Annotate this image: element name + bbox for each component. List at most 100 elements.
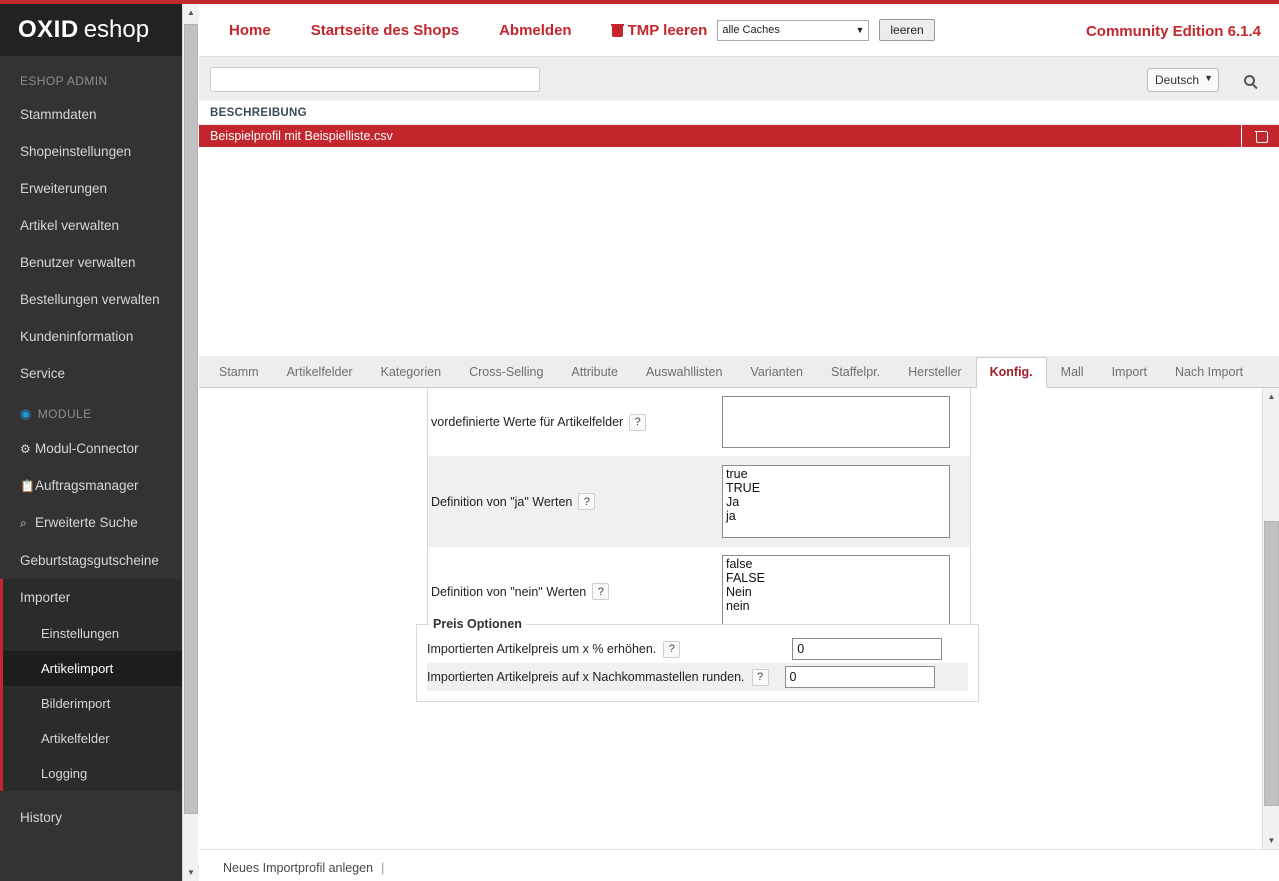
price-options-fieldset: Preis Optionen Importierten Artikelpreis…	[416, 617, 979, 702]
top-navigation-bar: Home Startseite des Shops Abmelden TMP l…	[199, 4, 1279, 56]
sidebar-section-eshop-admin: ESHOP ADMIN	[0, 56, 182, 96]
main-content: Home Startseite des Shops Abmelden TMP l…	[199, 4, 1279, 881]
tab-nach-import[interactable]: Nach Import	[1161, 357, 1257, 387]
sidebar-item-bestellungen-verwalten[interactable]: Bestellungen verwalten	[0, 281, 182, 318]
price-label-increase: Importierten Artikelpreis um x % erhöhen…	[427, 642, 656, 656]
sidebar-item-history[interactable]: History	[0, 799, 182, 836]
sidebar-item-erweiterungen[interactable]: Erweiterungen	[0, 170, 182, 207]
tab-auswahllisten[interactable]: Auswahllisten	[632, 357, 736, 387]
sidebar-item-shopeinstellungen[interactable]: Shopeinstellungen	[0, 133, 182, 170]
help-icon[interactable]: ?	[592, 583, 609, 600]
price-options-legend: Preis Optionen	[429, 617, 526, 631]
sidebar-item-erweiterte-suche[interactable]: ⌕Erweiterte Suche	[0, 504, 182, 542]
sidebar-item-auftragsmanager[interactable]: 📋Auftragsmanager	[0, 467, 182, 504]
sidebar-item-artikelfelder[interactable]: Artikelfelder	[3, 721, 182, 756]
sidebar-bottom-group: History	[0, 791, 182, 836]
sidebar-scrollbar-thumb[interactable]	[184, 24, 198, 814]
sidebar-item-bilderimport[interactable]: Bilderimport	[3, 686, 182, 721]
nav-link-clear-tmp[interactable]: TMP leeren	[612, 22, 708, 39]
sidebar-item-artikel-verwalten[interactable]: Artikel verwalten	[0, 207, 182, 244]
sidebar-item-kundeninformation[interactable]: Kundeninformation	[0, 318, 182, 355]
brand-logo[interactable]: OXID eshop	[0, 4, 182, 56]
sidebar-section-module: ◉ MODULE	[0, 392, 182, 430]
price-increase-input[interactable]	[792, 638, 942, 660]
ja-values-textarea[interactable]: true TRUE Ja ja	[722, 465, 950, 538]
cache-select[interactable]: alle Caches	[717, 20, 869, 41]
sidebar-item-benutzer-verwalten[interactable]: Benutzer verwalten	[0, 244, 182, 281]
sidebar-item-service[interactable]: Service	[0, 355, 182, 392]
tab-varianten[interactable]: Varianten	[736, 357, 817, 387]
clear-tmp-label: TMP leeren	[628, 22, 708, 39]
sidebar-section-module-label: MODULE	[38, 407, 92, 421]
search-button[interactable]	[1236, 68, 1262, 92]
tab-stamm[interactable]: Stamm	[205, 357, 273, 387]
help-icon[interactable]: ?	[752, 669, 769, 686]
tab-import[interactable]: Import	[1098, 357, 1161, 387]
language-select[interactable]: Deutsch	[1147, 68, 1219, 92]
form-label: vordefinierte Werte für Artikelfelder	[431, 415, 623, 429]
tab-artikelfelder[interactable]: Artikelfelder	[273, 357, 367, 387]
list-item-label: Beispielprofil mit Beispielliste.csv	[199, 129, 393, 143]
brand-eshop-text: eshop	[84, 16, 149, 44]
scroll-down-arrow-icon[interactable]: ▼	[183, 864, 199, 881]
help-icon[interactable]: ?	[663, 641, 680, 658]
price-row-increase: Importierten Artikelpreis um x % erhöhen…	[427, 635, 968, 663]
form-scrollbar[interactable]: ▲ ▼	[1262, 388, 1279, 849]
nav-link-logout[interactable]: Abmelden	[499, 22, 572, 39]
sidebar-scrollbar[interactable]: ▲ ▼	[182, 4, 198, 881]
sidebar-item-geburtstagsgutscheine[interactable]: Geburtstagsgutscheine	[0, 542, 182, 579]
price-label-round: Importierten Artikelpreis auf x Nachkomm…	[427, 670, 745, 684]
price-row-round: Importierten Artikelpreis auf x Nachkomm…	[427, 663, 968, 691]
form-scrollbar-thumb[interactable]	[1264, 521, 1279, 806]
delete-profile-button[interactable]	[1241, 125, 1279, 147]
form-row-predefined-values: vordefinierte Werte für Artikelfelder ?	[428, 388, 970, 456]
nav-link-shop-frontpage[interactable]: Startseite des Shops	[311, 22, 459, 39]
form-label-wrapper: Definition von "ja" Werten ?	[428, 493, 722, 510]
search-input[interactable]	[210, 67, 540, 92]
sidebar-item-label: Erweiterte Suche	[35, 515, 138, 530]
sidebar: OXID eshop ESHOP ADMIN Stammdaten Shopei…	[0, 4, 182, 881]
new-import-profile-link[interactable]: Neues Importprofil anlegen	[223, 861, 373, 875]
edition-label: Community Edition 6.1.4	[1086, 23, 1261, 40]
form-label: Definition von "ja" Werten	[431, 495, 572, 509]
brand-oxid-text: OXID	[18, 16, 79, 44]
tab-attribute[interactable]: Attribute	[557, 357, 632, 387]
tab-cross-selling[interactable]: Cross-Selling	[455, 357, 557, 387]
tab-hersteller[interactable]: Hersteller	[894, 357, 976, 387]
scroll-up-arrow-icon[interactable]: ▲	[1263, 388, 1279, 405]
sidebar-item-modul-connector[interactable]: ⚙Modul-Connector	[0, 430, 182, 467]
module-badge-icon: ◉	[20, 406, 32, 422]
tab-konfig[interactable]: Konfig.	[976, 357, 1047, 388]
field-definitions-panel: vordefinierte Werte für Artikelfelder ? …	[427, 388, 971, 637]
sidebar-item-label: Modul-Connector	[35, 441, 139, 456]
scroll-up-arrow-icon[interactable]: ▲	[183, 4, 199, 21]
list-item-selected[interactable]: Beispielprofil mit Beispielliste.csv	[199, 125, 1279, 147]
magnifier-plus-icon: ⌕	[20, 516, 35, 531]
tab-kategorien[interactable]: Kategorien	[367, 357, 455, 387]
nav-link-home[interactable]: Home	[229, 22, 271, 39]
sidebar-item-importer[interactable]: Importer	[3, 579, 182, 616]
scroll-down-arrow-icon[interactable]: ▼	[1263, 832, 1279, 849]
price-round-input[interactable]	[785, 666, 935, 688]
list-toolbar: Deutsch ▼	[199, 56, 1279, 101]
sidebar-item-logging[interactable]: Logging	[3, 756, 182, 791]
help-icon[interactable]: ?	[629, 414, 646, 431]
form-row-ja-values: Definition von "ja" Werten ? true TRUE J…	[428, 456, 970, 546]
sidebar-item-einstellungen[interactable]: Einstellungen	[3, 616, 182, 651]
help-icon[interactable]: ?	[578, 493, 595, 510]
clear-cache-button[interactable]: leeren	[879, 19, 934, 41]
config-form-area: vordefinierte Werte für Artikelfelder ? …	[199, 388, 1279, 849]
predefined-values-textarea[interactable]	[722, 396, 950, 448]
footer-separator: |	[381, 861, 384, 875]
list-empty-area	[199, 147, 1279, 347]
clipboard-icon: 📋	[20, 479, 35, 493]
form-label-wrapper: vordefinierte Werte für Artikelfelder ?	[428, 414, 722, 431]
sidebar-item-stammdaten[interactable]: Stammdaten	[0, 96, 182, 133]
list-column-header: BESCHREIBUNG	[199, 101, 1279, 125]
footer-bar: Neues Importprofil anlegen |	[199, 849, 1279, 881]
tab-staffelpr[interactable]: Staffelpr.	[817, 357, 894, 387]
sidebar-item-artikelimport[interactable]: Artikelimport	[3, 651, 182, 686]
gears-icon: ⚙	[20, 442, 35, 456]
column-header-beschreibung: BESCHREIBUNG	[210, 107, 307, 119]
tab-mall[interactable]: Mall	[1047, 357, 1098, 387]
